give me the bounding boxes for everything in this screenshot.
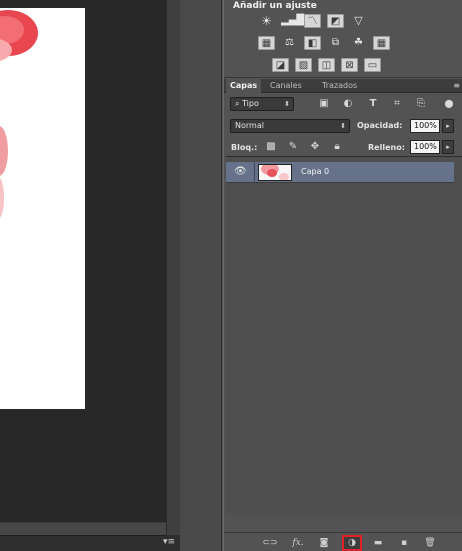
tab-capas[interactable]: Capas <box>226 79 262 93</box>
chevron-updown-icon: ⬍ <box>284 100 290 108</box>
lock-transparent-icon[interactable]: ▩ <box>264 141 278 153</box>
horizontal-scrollbar[interactable] <box>0 522 166 535</box>
eye-icon[interactable]: 👁︎ <box>234 166 248 178</box>
layer-filter-value: Tipo <box>242 99 259 108</box>
opacity-label: Opacidad: <box>357 121 403 130</box>
fill-label: Relleno: <box>368 143 405 152</box>
layer-thumbnail[interactable] <box>258 164 292 181</box>
filter-pixel-icon[interactable]: ▣ <box>317 98 331 110</box>
invert-icon[interactable]: ◪ <box>272 58 289 72</box>
layer-row[interactable]: 👁︎ Capa 0 <box>226 162 454 183</box>
opacity-slider-icon[interactable]: ▸ <box>442 119 454 133</box>
fill-slider-icon[interactable]: ▸ <box>442 140 454 154</box>
blend-mode-select[interactable]: Normal ⬍ <box>230 119 350 133</box>
search-icon: ⌕ <box>235 99 243 108</box>
filter-toggle-icon[interactable]: ⬤ <box>442 98 456 110</box>
lock-label: Bloq.: <box>231 143 258 152</box>
levels-icon[interactable]: ▂▄█ <box>281 14 304 28</box>
layers-list: 👁︎ Capa 0 <box>226 156 462 515</box>
filter-shape-icon[interactable]: ⌗ <box>390 98 404 110</box>
tab-trazados[interactable]: Trazados <box>318 79 361 93</box>
lock-position-icon[interactable]: ✥ <box>308 141 322 153</box>
add-mask-icon[interactable]: ◙ <box>316 537 332 549</box>
gradient-map-triangle-icon[interactable]: ▽ <box>350 14 367 28</box>
new-group-folder-icon[interactable]: ▬ <box>370 537 386 549</box>
status-bar <box>0 535 166 551</box>
color-balance-icon[interactable]: ⚖ <box>281 36 298 50</box>
new-layer-icon[interactable]: ▪ <box>396 537 412 549</box>
brightness-contrast-icon[interactable]: ☀ <box>258 14 275 28</box>
tab-canales[interactable]: Canales <box>266 79 306 93</box>
vibrance-icon[interactable]: ▦ <box>258 36 275 50</box>
exposure-icon[interactable]: ◩ <box>327 14 344 28</box>
vertical-scrollbar[interactable] <box>166 0 180 535</box>
delete-layer-trash-icon[interactable]: 🗑︎ <box>422 537 438 549</box>
document-image[interactable] <box>0 8 85 409</box>
black-white-icon[interactable]: ◧ <box>304 36 321 50</box>
filter-adjustment-icon[interactable]: ◐ <box>341 98 355 110</box>
color-lookup-icon[interactable]: ▦ <box>373 36 390 50</box>
filter-smart-object-icon[interactable]: ⎘ <box>414 98 428 110</box>
panel-options-icon[interactable]: ≡ <box>453 79 460 93</box>
document-canvas[interactable] <box>0 0 166 522</box>
channel-mixer-icon[interactable]: ☘ <box>350 36 367 50</box>
adjustments-panel: Añadir un ajuste ☀ ▂▄█ 〽 ◩ ▽ ▦ ⚖ ◧ ⧉ ☘ ▦… <box>224 0 462 78</box>
layers-tabbar: Capas Canales Trazados ≡ <box>224 79 462 93</box>
layers-panel: Capas Canales Trazados ≡ ⌕ Tipo ⬍ ▣ ◐ T … <box>224 79 462 551</box>
layer-name[interactable]: Capa 0 <box>301 167 329 176</box>
photo-filter-icon[interactable]: ⧉ <box>327 36 344 50</box>
chevron-updown-icon: ⬍ <box>340 122 346 130</box>
panel-menu-icon[interactable]: ▾≡ <box>160 536 178 548</box>
divider <box>254 162 255 183</box>
fill-input[interactable]: 100% <box>410 140 440 154</box>
adjustments-title: Añadir un ajuste <box>233 1 317 11</box>
panel-dock-gutter <box>180 0 222 551</box>
layers-footer: ⊂⊃ fx. ◙ ◑ ▬ ▪ 🗑︎ <box>224 532 462 551</box>
layer-filter-select[interactable]: ⌕ Tipo ⬍ <box>230 97 294 111</box>
panels-column: Añadir un ajuste ☀ ▂▄█ 〽 ◩ ▽ ▦ ⚖ ◧ ⧉ ☘ ▦… <box>223 0 462 551</box>
selective-color-icon[interactable]: ⊠ <box>341 58 358 72</box>
curves-icon[interactable]: 〽 <box>304 14 321 28</box>
posterize-icon[interactable]: ▨ <box>295 58 312 72</box>
filter-type-icon[interactable]: T <box>366 98 380 110</box>
link-layers-icon[interactable]: ⊂⊃ <box>262 537 278 549</box>
new-adjustment-layer-icon[interactable]: ◑ <box>342 535 362 551</box>
lock-all-icon[interactable]: 🔒︎ <box>330 141 344 153</box>
blend-mode-value: Normal <box>235 121 264 130</box>
lock-image-icon[interactable]: ✎ <box>286 141 300 153</box>
threshold-icon[interactable]: ◫ <box>318 58 335 72</box>
gradient-map-icon[interactable]: ▭ <box>364 58 381 72</box>
opacity-input[interactable]: 100% <box>410 119 440 133</box>
layer-style-fx-icon[interactable]: fx. <box>290 537 306 549</box>
